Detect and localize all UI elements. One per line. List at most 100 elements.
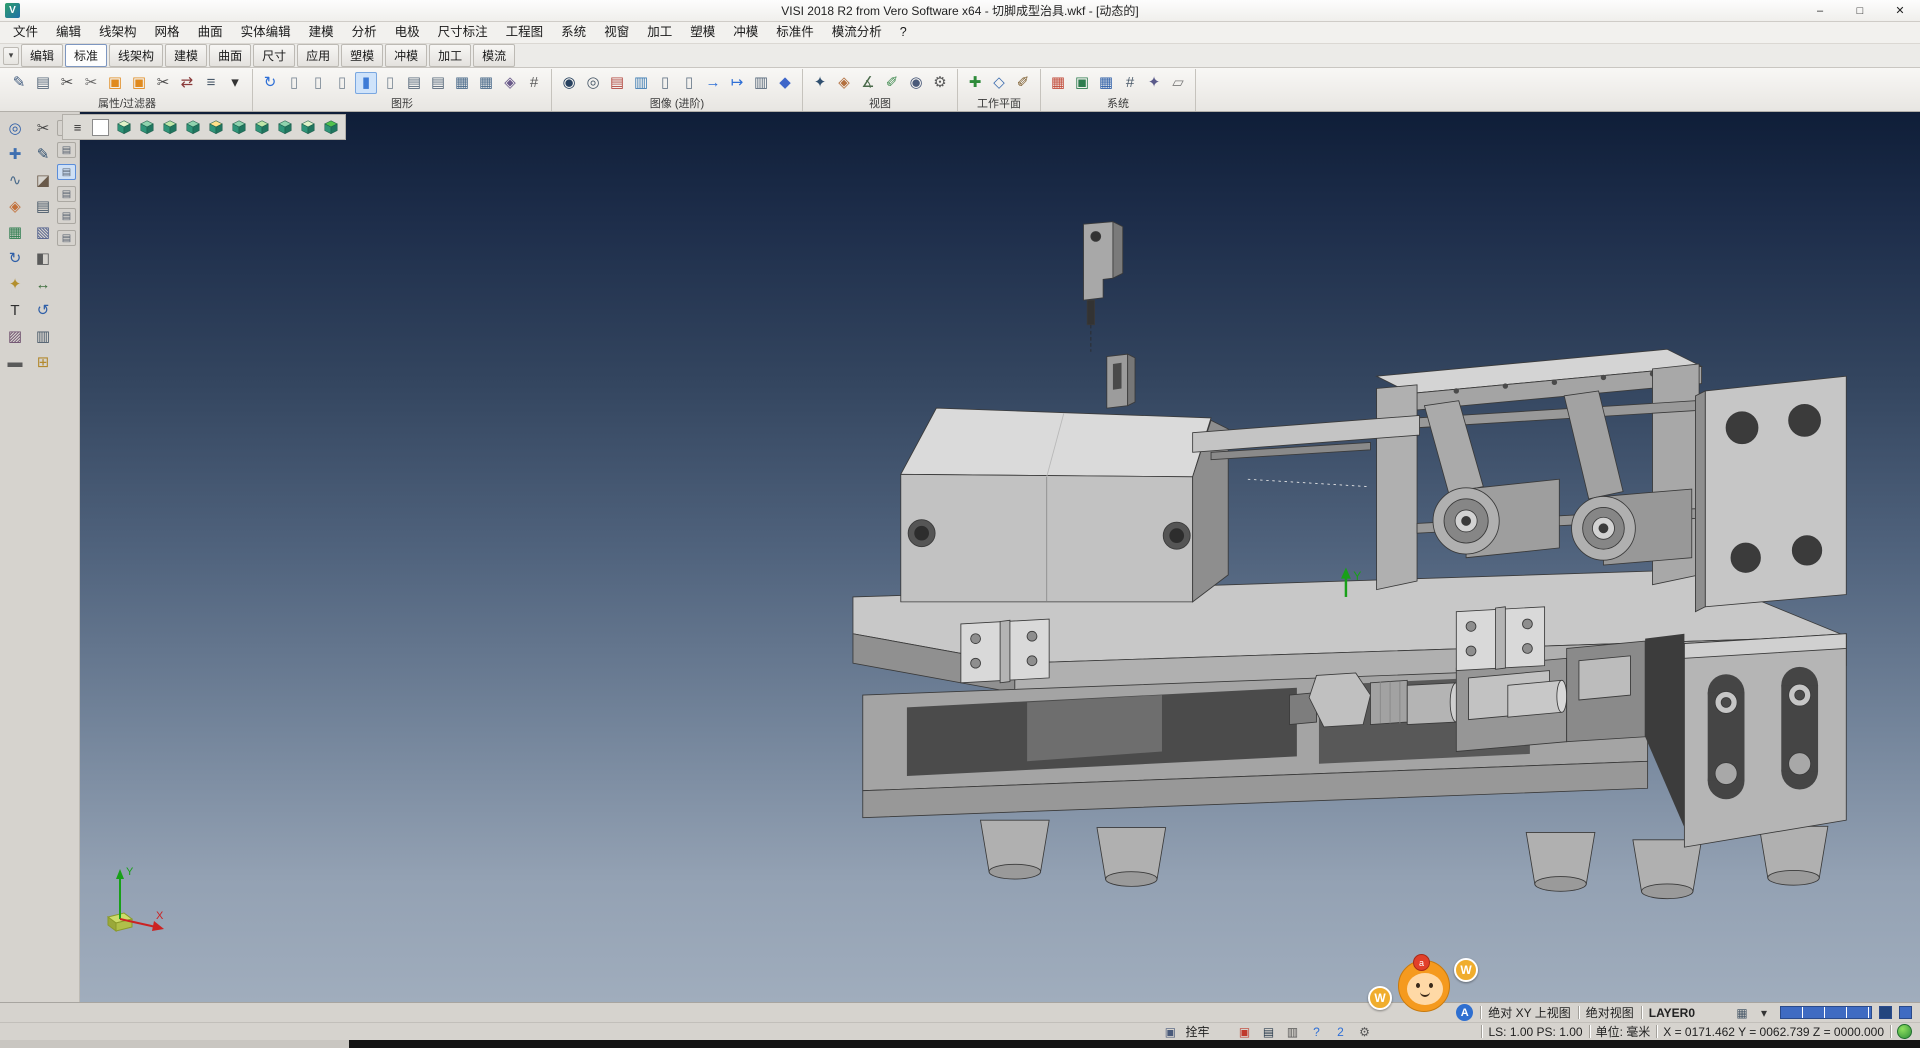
help-status-icon[interactable]: ? — [1307, 1024, 1325, 1040]
record-icon[interactable]: ▣ — [1235, 1024, 1253, 1040]
electrode-icon[interactable]: ✦ — [3, 272, 27, 296]
arrow-doc-icon[interactable]: ↦ — [726, 72, 748, 94]
view-blank-button[interactable] — [90, 117, 111, 138]
attribute-box-icon[interactable]: ▣ — [104, 72, 126, 94]
erase-icon[interactable]: ◪ — [31, 168, 55, 192]
zoom-dynamic-icon[interactable]: ✦ — [809, 72, 831, 94]
menu-surface[interactable]: 曲面 — [189, 22, 232, 43]
tab-wireframe[interactable]: 线架构 — [109, 44, 163, 67]
filter-dropdown-icon[interactable]: ▾ — [224, 72, 246, 94]
menu-mesh[interactable]: 网格 — [146, 22, 189, 43]
side-strip-button-6[interactable]: ▤ — [57, 230, 76, 246]
maximize-button[interactable]: □ — [1840, 0, 1880, 21]
clipboard-icon[interactable]: ▥ — [31, 324, 55, 348]
swatch-dark[interactable] — [1879, 1006, 1892, 1019]
tab-apply[interactable]: 应用 — [297, 44, 339, 67]
visibility-icon[interactable]: ◉ — [905, 72, 927, 94]
zoom-select-icon[interactable]: ◎ — [3, 116, 27, 140]
dimension-icon[interactable]: ↔ — [31, 272, 55, 296]
active-layer-label[interactable]: LAYER0 — [1649, 1006, 1695, 1020]
notes-icon[interactable]: ▤ — [31, 194, 55, 218]
system-grid-icon[interactable]: # — [1119, 72, 1141, 94]
measure-icon[interactable]: ∡ — [857, 72, 879, 94]
box-icon[interactable]: ◧ — [31, 246, 55, 270]
tab-machining[interactable]: 加工 — [429, 44, 471, 67]
tab-edit[interactable]: 编辑 — [21, 44, 63, 67]
lock-pin-icon[interactable]: ▣ — [1161, 1024, 1179, 1040]
wireframe-view-icon[interactable]: ◎ — [582, 72, 604, 94]
menu-die[interactable]: 冲模 — [724, 22, 767, 43]
side-strip-button-4[interactable]: ▤ — [57, 186, 76, 202]
texture-icon[interactable]: ▥ — [630, 72, 652, 94]
lock-label[interactable]: 拴牢 — [1185, 1023, 1209, 1040]
copy-filter-icon[interactable]: ✂ — [80, 72, 102, 94]
view-cube-back-icon[interactable] — [205, 117, 226, 138]
menu-solid-edit[interactable]: 实体编辑 — [232, 22, 300, 43]
view-cube-dimetric-icon[interactable] — [297, 117, 318, 138]
doc-bar-selected-icon[interactable]: ▮ — [355, 72, 377, 94]
layers-icon[interactable]: ▦ — [3, 220, 27, 244]
view-cube-axon-icon[interactable] — [274, 117, 295, 138]
doc-bar-4-icon[interactable]: ▯ — [379, 72, 401, 94]
attribute-box2-icon[interactable]: ▣ — [128, 72, 150, 94]
tab-dropdown-icon[interactable]: ▾ — [3, 47, 19, 65]
arrow-right-icon[interactable]: → — [702, 72, 724, 94]
attribute-page-icon[interactable]: ▤ — [32, 72, 54, 94]
view-cube-iso-icon[interactable] — [113, 117, 134, 138]
color-palette-icon[interactable]: ◈ — [3, 194, 27, 218]
system-display-icon[interactable]: ▣ — [1071, 72, 1093, 94]
workplane-edit-icon[interactable]: ✐ — [1012, 72, 1034, 94]
grid-box-icon[interactable]: ▦ — [451, 72, 473, 94]
swatch-blue[interactable] — [1899, 1006, 1912, 1019]
filter-swap-icon[interactable]: ⇄ — [176, 72, 198, 94]
system-colors-icon[interactable]: ▦ — [1047, 72, 1069, 94]
layer-flag-icon[interactable]: ◈ — [499, 72, 521, 94]
side-strip-button-3[interactable]: ▤ — [57, 164, 76, 180]
trim-icon[interactable]: ✂ — [31, 116, 55, 140]
system-table-icon[interactable]: ▦ — [1095, 72, 1117, 94]
view-cube-front-icon[interactable] — [182, 117, 203, 138]
tab-die[interactable]: 冲模 — [385, 44, 427, 67]
view-cube-shaded-icon[interactable] — [320, 117, 341, 138]
view-cube-right-icon[interactable] — [251, 117, 272, 138]
graphics-tool-icon[interactable]: # — [523, 72, 545, 94]
capture-icon[interactable]: ▤ — [1259, 1024, 1277, 1040]
curve-icon[interactable]: ∿ — [3, 168, 27, 192]
3d-viewport[interactable]: Y Y X — [80, 112, 1920, 1002]
view-cube-top-icon[interactable] — [136, 117, 157, 138]
menu-modeling[interactable]: 建模 — [300, 22, 343, 43]
viewbar-menu-icon[interactable]: ≡ — [67, 117, 88, 138]
menu-analysis[interactable]: 分析 — [343, 22, 386, 43]
tab-standard[interactable]: 标准 — [65, 44, 107, 67]
menu-edit[interactable]: 编辑 — [47, 22, 90, 43]
view-mode-icon[interactable]: ◈ — [833, 72, 855, 94]
sketch-icon[interactable]: ✎ — [31, 142, 55, 166]
menu-machining[interactable]: 加工 — [638, 22, 681, 43]
edit-attributes-icon[interactable]: ✎ — [8, 72, 30, 94]
mascot-assistant[interactable]: W a W — [1368, 948, 1484, 1020]
diamond-3d-icon[interactable]: ◆ — [774, 72, 796, 94]
view-cube-bottom-icon[interactable] — [159, 117, 180, 138]
layer-grid-icon[interactable]: ▦ — [1733, 1005, 1751, 1021]
render-color-icon[interactable]: ▤ — [606, 72, 628, 94]
menu-wireframe[interactable]: 线架构 — [90, 22, 146, 43]
annotate-icon[interactable]: ✐ — [881, 72, 903, 94]
side-strip-button-2[interactable]: ▤ — [57, 142, 76, 158]
tab-modeling[interactable]: 建模 — [165, 44, 207, 67]
workplane-plane-icon[interactable]: ◇ — [988, 72, 1010, 94]
tab-dimension[interactable]: 尺寸 — [253, 44, 295, 67]
shaded-view-icon[interactable]: ◉ — [558, 72, 580, 94]
menu-window[interactable]: 视窗 — [595, 22, 638, 43]
image-doc-icon[interactable]: ▯ — [654, 72, 676, 94]
menu-mold[interactable]: 塑模 — [681, 22, 724, 43]
doc-bar-2-icon[interactable]: ▯ — [307, 72, 329, 94]
model-3d[interactable]: Y — [843, 207, 1855, 906]
filter-list-icon[interactable]: ≡ — [200, 72, 222, 94]
menu-file[interactable]: 文件 — [4, 22, 47, 43]
clip-image-icon[interactable]: ▥ — [750, 72, 772, 94]
workplane-axes-icon[interactable]: ✚ — [964, 72, 986, 94]
tab-mold[interactable]: 塑模 — [341, 44, 383, 67]
doc-pages2-icon[interactable]: ▤ — [427, 72, 449, 94]
folder-icon[interactable]: ⊞ — [31, 350, 55, 374]
plane-icon[interactable]: ▧ — [31, 220, 55, 244]
